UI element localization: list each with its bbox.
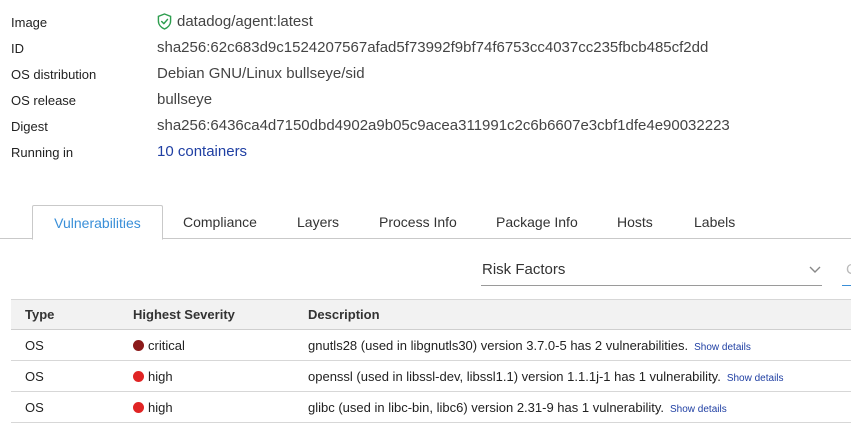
table-row: OS critical gnutls28 (used in libgnutls3… (11, 330, 851, 361)
severity-label: critical (148, 338, 185, 353)
table-row: OS high glibc (used in libc-bin, libc6) … (11, 392, 851, 423)
os-release-value: bullseye (157, 91, 213, 108)
tab-layers[interactable]: Layers (297, 205, 339, 239)
description-cell: gnutls28 (used in libgnutls30) version 3… (308, 338, 751, 353)
os-distribution-value: Debian GNU/Linux bullseye/sid (157, 65, 365, 82)
tab-labels[interactable]: Labels (694, 205, 735, 239)
severity-cell: high (133, 400, 173, 415)
chevron-down-icon (809, 266, 821, 273)
severity-label: high (148, 400, 173, 415)
type-cell: OS (25, 369, 44, 384)
severity-dot-icon (133, 340, 144, 351)
severity-dot-icon (133, 371, 144, 382)
info-label: OS distribution (11, 67, 97, 82)
tab-process-info[interactable]: Process Info (379, 205, 457, 239)
risk-factors-dropdown[interactable]: Risk Factors (481, 255, 822, 286)
description-text: glibc (used in libc-bin, libc6) version … (308, 400, 664, 415)
next-filter-field[interactable]: C (842, 255, 851, 286)
info-label: Running in (11, 145, 74, 160)
column-header-description[interactable]: Description (308, 307, 380, 322)
tab-hosts[interactable]: Hosts (617, 205, 653, 239)
description-cell: openssl (used in libssl-dev, libssl1.1) … (308, 369, 784, 384)
tab-package-info[interactable]: Package Info (496, 205, 578, 239)
severity-cell: critical (133, 338, 185, 353)
description-text: openssl (used in libssl-dev, libssl1.1) … (308, 369, 721, 384)
show-details-link[interactable]: Show details (694, 342, 751, 353)
info-value-image: datadog/agent:latest (157, 13, 313, 30)
verified-shield-icon (157, 13, 172, 30)
tab-bar: Vulnerabilities Compliance Layers Proces… (0, 205, 851, 240)
type-cell: OS (25, 338, 44, 353)
image-id-value: sha256:62c683d9c1524207567afad5f73992f9b… (157, 39, 709, 56)
vulnerabilities-table: Type Highest Severity Description OS cri… (11, 299, 851, 423)
table-header: Type Highest Severity Description (11, 299, 851, 330)
tab-compliance[interactable]: Compliance (183, 205, 257, 239)
risk-factors-label: Risk Factors (482, 261, 566, 278)
show-details-link[interactable]: Show details (727, 373, 784, 384)
column-header-type[interactable]: Type (25, 307, 54, 322)
type-cell: OS (25, 400, 44, 415)
description-cell: glibc (used in libc-bin, libc6) version … (308, 400, 727, 415)
show-details-link[interactable]: Show details (670, 404, 727, 415)
column-header-severity[interactable]: Highest Severity (133, 307, 235, 322)
info-label: Digest (11, 119, 48, 134)
info-label: OS release (11, 93, 77, 108)
info-label: ID (11, 41, 24, 56)
severity-cell: high (133, 369, 173, 384)
severity-label: high (148, 369, 173, 384)
running-containers-link[interactable]: 10 containers (157, 143, 247, 160)
digest-value: sha256:6436ca4d7150dbd4902a9b05c9acea311… (157, 117, 730, 134)
image-name: datadog/agent:latest (177, 13, 313, 30)
description-text: gnutls28 (used in libgnutls30) version 3… (308, 338, 689, 353)
table-row: OS high openssl (used in libssl-dev, lib… (11, 361, 851, 392)
tab-vulnerabilities[interactable]: Vulnerabilities (32, 205, 163, 240)
info-label: Image (11, 15, 48, 30)
severity-dot-icon (133, 402, 144, 413)
next-filter-label: C (846, 261, 851, 278)
